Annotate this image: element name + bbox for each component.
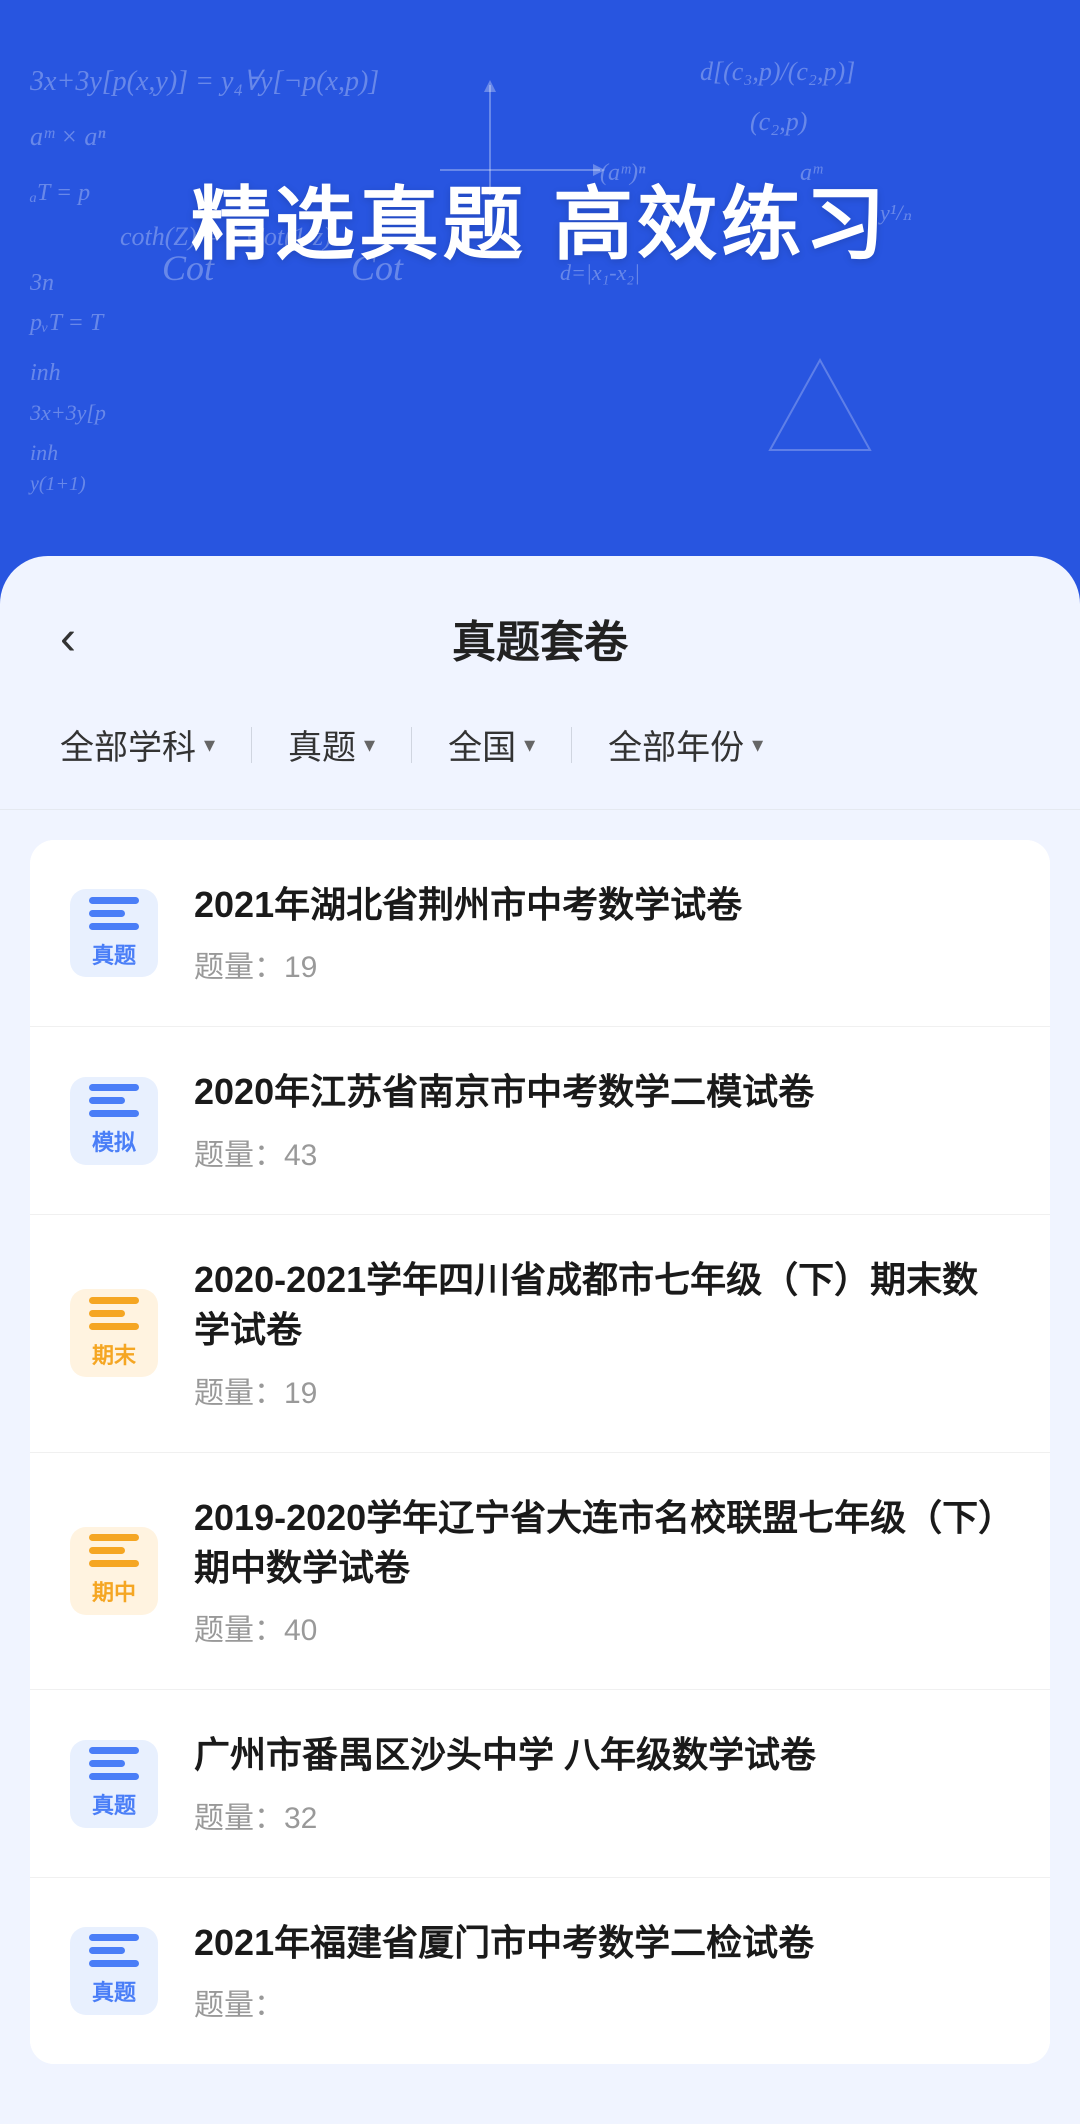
- filter-type[interactable]: 真题 ▾: [288, 710, 375, 779]
- count-value: 19: [284, 1377, 317, 1410]
- item-meta: 题量：: [194, 1980, 1010, 2024]
- exam-list: 真题 2021年湖北省荆州市中考数学试卷 题量：19 模拟 2020年江苏省南: [30, 840, 1050, 2064]
- filter-subject[interactable]: 全部学科 ▾: [60, 710, 215, 779]
- svg-text:y(1+1): y(1+1): [28, 473, 86, 495]
- filter-region-arrow: ▾: [524, 732, 535, 758]
- badge-zhenti: 真题: [70, 1740, 158, 1828]
- card-header: ‹ 真题套卷: [0, 556, 1080, 700]
- badge-icon: [89, 1297, 139, 1330]
- item-content: 2021年湖北省荆州市中考数学试卷 题量：19: [194, 880, 1010, 986]
- filter-divider-1: [251, 727, 252, 763]
- item-content: 2020年江苏省南京市中考数学二模试卷 题量：43: [194, 1067, 1010, 1173]
- svg-text:inh: inh: [30, 360, 61, 386]
- badge-zhenti: 真题: [70, 889, 158, 977]
- badge-label: 期中: [92, 1575, 136, 1607]
- list-item[interactable]: 真题 2021年福建省厦门市中考数学二检试卷 题量：: [30, 1878, 1050, 2064]
- badge-zhenti: 真题: [70, 1927, 158, 2015]
- badge-icon: [89, 897, 139, 930]
- item-title: 广州市番禺区沙头中学 八年级数学试卷: [194, 1730, 1010, 1780]
- filter-type-arrow: ▾: [364, 732, 375, 758]
- count-value: 32: [284, 1802, 317, 1835]
- count-label: 题量：: [194, 1377, 284, 1410]
- svg-text:inh: inh: [30, 440, 58, 465]
- item-meta: 题量：40: [194, 1605, 1010, 1649]
- badge-label: 真题: [92, 1975, 136, 2007]
- filter-subject-label: 全部学科: [60, 720, 196, 769]
- hero-title: 精选真题 高效练习: [0, 0, 1080, 276]
- count-label: 题量：: [194, 1614, 284, 1647]
- badge-label: 期末: [92, 1338, 136, 1370]
- count-value: 19: [284, 951, 317, 984]
- badge-label: 真题: [92, 1788, 136, 1820]
- item-title: 2020年江苏省南京市中考数学二模试卷: [194, 1067, 1010, 1117]
- list-item[interactable]: 期末 2020-2021学年四川省成都市七年级（下）期末数学试卷 题量：19: [30, 1215, 1050, 1453]
- filter-region-label: 全国: [448, 720, 516, 769]
- item-content: 广州市番禺区沙头中学 八年级数学试卷 题量：32: [194, 1730, 1010, 1836]
- item-title: 2021年福建省厦门市中考数学二检试卷: [194, 1918, 1010, 1968]
- badge-qimo: 期末: [70, 1289, 158, 1377]
- page-title: 真题套卷: [120, 606, 960, 670]
- badge-icon: [89, 1534, 139, 1567]
- list-item[interactable]: 真题 2021年湖北省荆州市中考数学试卷 题量：19: [30, 840, 1050, 1027]
- item-content: 2019-2020学年辽宁省大连市名校联盟七年级（下）期中数学试卷 题量：40: [194, 1493, 1010, 1650]
- filter-subject-arrow: ▾: [204, 732, 215, 758]
- item-meta: 题量：19: [194, 942, 1010, 986]
- list-item[interactable]: 模拟 2020年江苏省南京市中考数学二模试卷 题量：43: [30, 1027, 1050, 1214]
- count-label: 题量：: [194, 951, 284, 984]
- item-title: 2019-2020学年辽宁省大连市名校联盟七年级（下）期中数学试卷: [194, 1493, 1010, 1594]
- count-value: 40: [284, 1614, 317, 1647]
- badge-qizhong: 期中: [70, 1527, 158, 1615]
- filter-divider-3: [571, 727, 572, 763]
- item-title: 2020-2021学年四川省成都市七年级（下）期末数学试卷: [194, 1255, 1010, 1356]
- badge-label: 模拟: [92, 1125, 136, 1157]
- svg-text:3x+3y[p: 3x+3y[p: [29, 400, 106, 425]
- list-item[interactable]: 真题 广州市番禺区沙头中学 八年级数学试卷 题量：32: [30, 1690, 1050, 1877]
- filter-year[interactable]: 全部年份 ▾: [608, 710, 763, 779]
- filter-divider-2: [411, 727, 412, 763]
- svg-text:pᵥT = T: pᵥT = T: [28, 310, 105, 336]
- filter-bar: 全部学科 ▾ 真题 ▾ 全国 ▾ 全部年份 ▾: [0, 700, 1080, 810]
- back-button[interactable]: ‹: [60, 611, 120, 666]
- filter-year-label: 全部年份: [608, 720, 744, 769]
- count-value: 43: [284, 1139, 317, 1172]
- badge-icon: [89, 1934, 139, 1967]
- item-content: 2021年福建省厦门市中考数学二检试卷 题量：: [194, 1918, 1010, 2024]
- item-meta: 题量：43: [194, 1130, 1010, 1174]
- filter-region[interactable]: 全国 ▾: [448, 710, 535, 779]
- item-title: 2021年湖北省荆州市中考数学试卷: [194, 880, 1010, 930]
- count-label: 题量：: [194, 1989, 284, 2022]
- filter-type-label: 真题: [288, 720, 356, 769]
- item-meta: 题量：19: [194, 1368, 1010, 1412]
- badge-label: 真题: [92, 938, 136, 970]
- count-label: 题量：: [194, 1802, 284, 1835]
- badge-icon: [89, 1084, 139, 1117]
- badge-moni: 模拟: [70, 1077, 158, 1165]
- count-label: 题量：: [194, 1139, 284, 1172]
- main-card: ‹ 真题套卷 全部学科 ▾ 真题 ▾ 全国 ▾ 全部年份 ▾: [0, 556, 1080, 2124]
- item-content: 2020-2021学年四川省成都市七年级（下）期末数学试卷 题量：19: [194, 1255, 1010, 1412]
- filter-year-arrow: ▾: [752, 732, 763, 758]
- badge-icon: [89, 1747, 139, 1780]
- list-item[interactable]: 期中 2019-2020学年辽宁省大连市名校联盟七年级（下）期中数学试卷 题量：…: [30, 1453, 1050, 1691]
- item-meta: 题量：32: [194, 1793, 1010, 1837]
